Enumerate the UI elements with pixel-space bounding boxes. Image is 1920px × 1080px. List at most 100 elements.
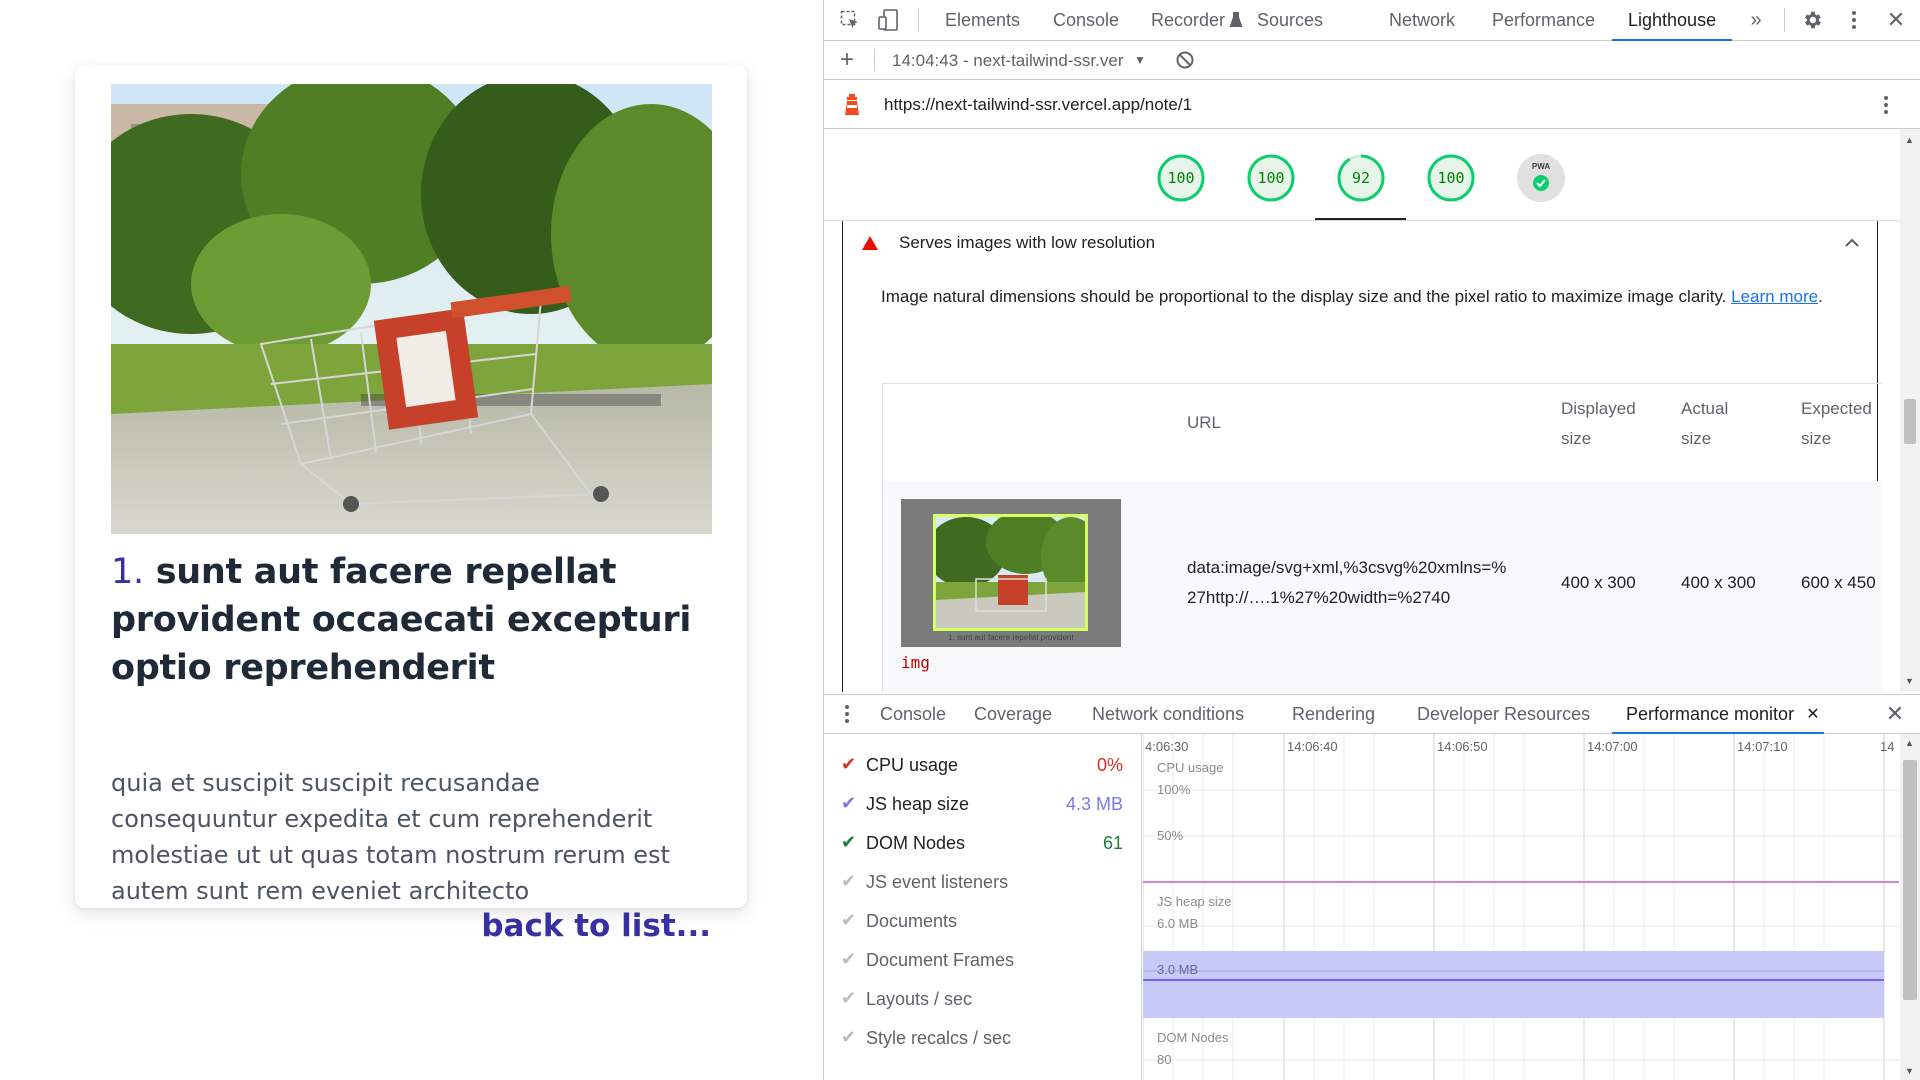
time-label: 14:06:40: [1287, 739, 1338, 754]
close-drawer-icon[interactable]: ✕: [1884, 701, 1906, 726]
heap-tick: 3.0 MB: [1157, 962, 1198, 977]
metric-documents[interactable]: ✔ Documents: [824, 902, 1142, 941]
chevron-up-icon[interactable]: [1843, 233, 1861, 251]
gauge-score: 92: [1351, 169, 1371, 187]
checkmark-icon: ✔: [841, 793, 857, 813]
scroll-down-arrow-icon[interactable]: ▼: [1905, 1066, 1914, 1076]
checkmark-icon: ✔: [841, 832, 857, 852]
row-url-line2: 27http://….1%27%20width=%2740: [1187, 588, 1451, 607]
metric-js-event-listeners[interactable]: ✔ JS event listeners: [824, 863, 1142, 902]
drawer-tab-rendering[interactable]: Rendering: [1292, 695, 1375, 733]
table-row: 1. sunt aut facere repellat provident im…: [883, 481, 1882, 692]
toolbar-separator: [874, 49, 875, 71]
experimental-flask-icon: [1228, 10, 1244, 30]
drawer-tab-developer-resources[interactable]: Developer Resources: [1417, 695, 1590, 733]
drawer-tab-performance-monitor[interactable]: Performance monitor: [1611, 695, 1825, 734]
note-title-text: sunt aut facere repellat provident occae…: [111, 552, 692, 688]
metric-label: Style recalcs / sec: [866, 1028, 1012, 1048]
close-devtools-icon[interactable]: ✕: [1884, 7, 1908, 32]
column-expected-line2: size: [1801, 429, 1832, 448]
graph-scrollbar[interactable]: ▲ ▼: [1900, 734, 1920, 1080]
report-scrollbar[interactable]: ▲ ▼: [1900, 129, 1920, 692]
metric-label: CPU usage: [866, 755, 959, 775]
column-expected-size: Expected size: [1801, 394, 1872, 454]
metric-label: JS heap size: [866, 794, 970, 814]
time-label: 14: [1880, 739, 1894, 754]
pwa-badge-icon[interactable]: PWA: [1516, 153, 1566, 203]
graph-label-dom: DOM Nodes: [1157, 1030, 1229, 1045]
report-selector[interactable]: 14:04:43 - next-tailwind-ssr.ver: [892, 41, 1132, 80]
report-menu-icon[interactable]: [1880, 94, 1892, 116]
scroll-up-arrow-icon[interactable]: ▲: [1905, 135, 1914, 145]
checkmark-icon: ✔: [841, 1027, 857, 1047]
learn-more-link[interactable]: Learn more: [1731, 287, 1818, 306]
time-label: 14:06:50: [1437, 739, 1488, 754]
checkmark-icon: ✔: [841, 754, 857, 774]
shopping-cart-photo: [111, 84, 712, 534]
checkmark-icon: ✔: [841, 988, 857, 1008]
audit-description-text: Image natural dimensions should be propo…: [881, 287, 1727, 306]
metric-cpu-usage[interactable]: ✔ CPU usage 0%: [824, 746, 1142, 785]
close-tab-icon[interactable]: ✕: [1804, 704, 1822, 724]
tab-performance[interactable]: Performance: [1492, 0, 1595, 41]
cpu-tick: 50%: [1157, 828, 1183, 843]
metric-js-heap-size[interactable]: ✔ JS heap size 4.3 MB: [824, 785, 1142, 824]
metric-label: Documents: [866, 911, 958, 931]
element-screenshot-thumbnail[interactable]: 1. sunt aut facere repellat provident: [901, 499, 1121, 647]
column-displayed-size: Displayed size: [1561, 394, 1636, 454]
metric-dom-nodes[interactable]: ✔ DOM Nodes 61: [824, 824, 1142, 863]
row-url: data:image/svg+xml,%3csvg%20xmlns=% 27ht…: [1187, 553, 1506, 613]
tab-network[interactable]: Network: [1389, 0, 1455, 41]
column-url: URL: [1187, 413, 1222, 432]
clear-reports-icon[interactable]: [1175, 50, 1195, 70]
audit-details-table: URL Displayed size Actual size Expected …: [882, 383, 1882, 692]
note-image: [111, 84, 712, 534]
metric-value: 0%: [1096, 755, 1123, 775]
scrollbar-thumb[interactable]: [1903, 760, 1917, 1000]
performance-metrics-list: ✔ CPU usage 0% ✔ JS heap size 4.3 MB ✔ D…: [824, 734, 1142, 1080]
kebab-menu-icon[interactable]: [1842, 8, 1866, 32]
more-tabs-chevron-icon[interactable]: »: [1744, 8, 1768, 32]
tab-console[interactable]: Console: [1053, 0, 1119, 41]
column-actual-line1: Actual: [1681, 399, 1729, 418]
performance-gauge[interactable]: 100: [1156, 153, 1206, 203]
tab-lighthouse[interactable]: Lighthouse: [1611, 0, 1733, 41]
drawer-tab-network-conditions[interactable]: Network conditions: [1092, 695, 1244, 733]
seo-gauge[interactable]: 100: [1426, 153, 1476, 203]
checkmark-icon: ✔: [841, 949, 857, 969]
metric-style-recalcs-per-sec[interactable]: ✔ Style recalcs / sec: [824, 1019, 1142, 1058]
lighthouse-logo-icon: [840, 91, 864, 117]
settings-gear-icon[interactable]: [1800, 8, 1824, 32]
report-url: https://next-tailwind-ssr.vercel.app/not…: [884, 95, 1193, 114]
lighthouse-toolbar: + 14:04:43 - next-tailwind-ssr.ver ▼: [824, 41, 1920, 80]
audit-header[interactable]: Serves images with low resolution: [843, 221, 1877, 265]
tab-sources[interactable]: Sources: [1257, 0, 1323, 41]
column-actual-size: Actual size: [1681, 394, 1728, 454]
time-label: 4:06:30: [1145, 739, 1188, 754]
new-report-plus-icon[interactable]: +: [836, 46, 858, 73]
scroll-up-arrow-icon[interactable]: ▲: [1905, 738, 1914, 748]
metric-layouts-per-sec[interactable]: ✔ Layouts / sec: [824, 980, 1142, 1019]
audit-low-resolution-images: Serves images with low resolution Image …: [842, 221, 1882, 692]
gauge-score: 100: [1167, 169, 1195, 187]
dropdown-arrow-icon[interactable]: ▼: [1133, 51, 1147, 69]
scroll-down-arrow-icon[interactable]: ▼: [1905, 676, 1914, 686]
row-expected-size: 600 x 450: [1801, 573, 1876, 592]
inspect-element-icon[interactable]: [838, 8, 862, 32]
accessibility-gauge[interactable]: 100: [1246, 153, 1296, 203]
tab-elements[interactable]: Elements: [945, 0, 1020, 41]
best-practices-gauge[interactable]: 92: [1336, 153, 1386, 203]
drawer-tab-coverage[interactable]: Coverage: [974, 695, 1052, 733]
back-to-list-link[interactable]: back to list...: [481, 908, 711, 944]
gauge-score: 100: [1257, 169, 1285, 187]
element-tag-label[interactable]: img: [901, 653, 930, 672]
drawer-tab-console[interactable]: Console: [880, 695, 946, 733]
active-gauge-indicator: [1315, 218, 1406, 220]
pwa-label: PWA: [1531, 162, 1551, 171]
tab-recorder[interactable]: Recorder: [1151, 0, 1225, 41]
scrollbar-thumb[interactable]: [1904, 399, 1916, 444]
devtools-tabbar: Elements Console Recorder Sources Networ…: [824, 0, 1920, 41]
metric-document-frames[interactable]: ✔ Document Frames: [824, 941, 1142, 980]
drawer-menu-icon[interactable]: [842, 704, 852, 724]
device-toolbar-icon[interactable]: [876, 8, 900, 32]
